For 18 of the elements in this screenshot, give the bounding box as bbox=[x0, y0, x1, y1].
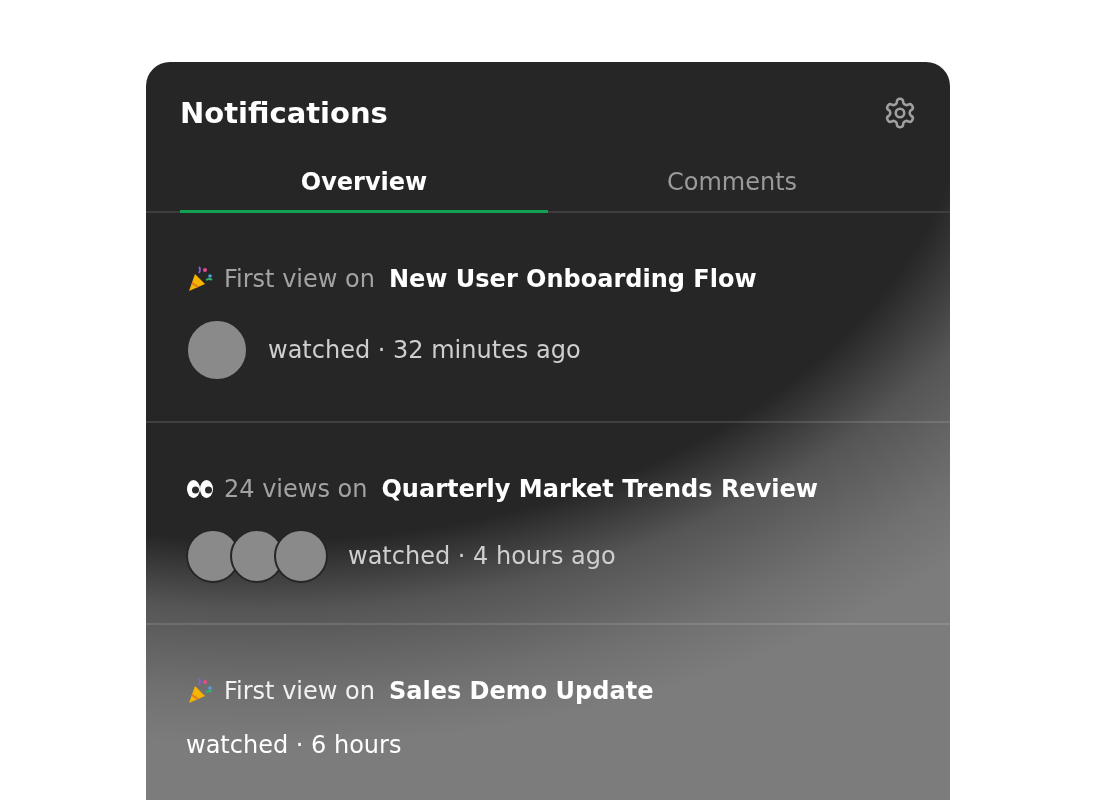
party-popper-icon bbox=[186, 265, 214, 293]
eyes-icon bbox=[186, 479, 214, 499]
notification-action: First view on bbox=[224, 265, 375, 293]
notification-meta: watched · 6 hours bbox=[186, 731, 402, 759]
tab[interactable]: Comments bbox=[548, 168, 916, 213]
notification-subject[interactable]: Sales Demo Update bbox=[388, 677, 654, 705]
notification-item[interactable]: 24 views on Quarterly Market Trends Review watched · 4 hours ago bbox=[146, 423, 950, 625]
panel-title: Notifications bbox=[180, 96, 388, 130]
notification-item[interactable]: First view on Sales Demo Update watched · 6 hours bbox=[146, 625, 950, 799]
notification-subject[interactable]: Quarterly Market Trends Review bbox=[381, 475, 818, 503]
notification-action: 24 views on bbox=[224, 475, 368, 503]
notification-action: First view on bbox=[224, 677, 375, 705]
notification-item[interactable]: First view on New User Onboarding Flow watched · 32 minutes ago bbox=[146, 213, 950, 423]
notification-meta: watched · 32 minutes ago bbox=[268, 336, 581, 364]
party-popper-icon bbox=[186, 677, 214, 705]
notification-meta: watched · 4 hours ago bbox=[348, 542, 616, 570]
notification-subject[interactable]: New User Onboarding Flow bbox=[388, 265, 757, 293]
tab[interactable]: Overview bbox=[180, 168, 548, 213]
